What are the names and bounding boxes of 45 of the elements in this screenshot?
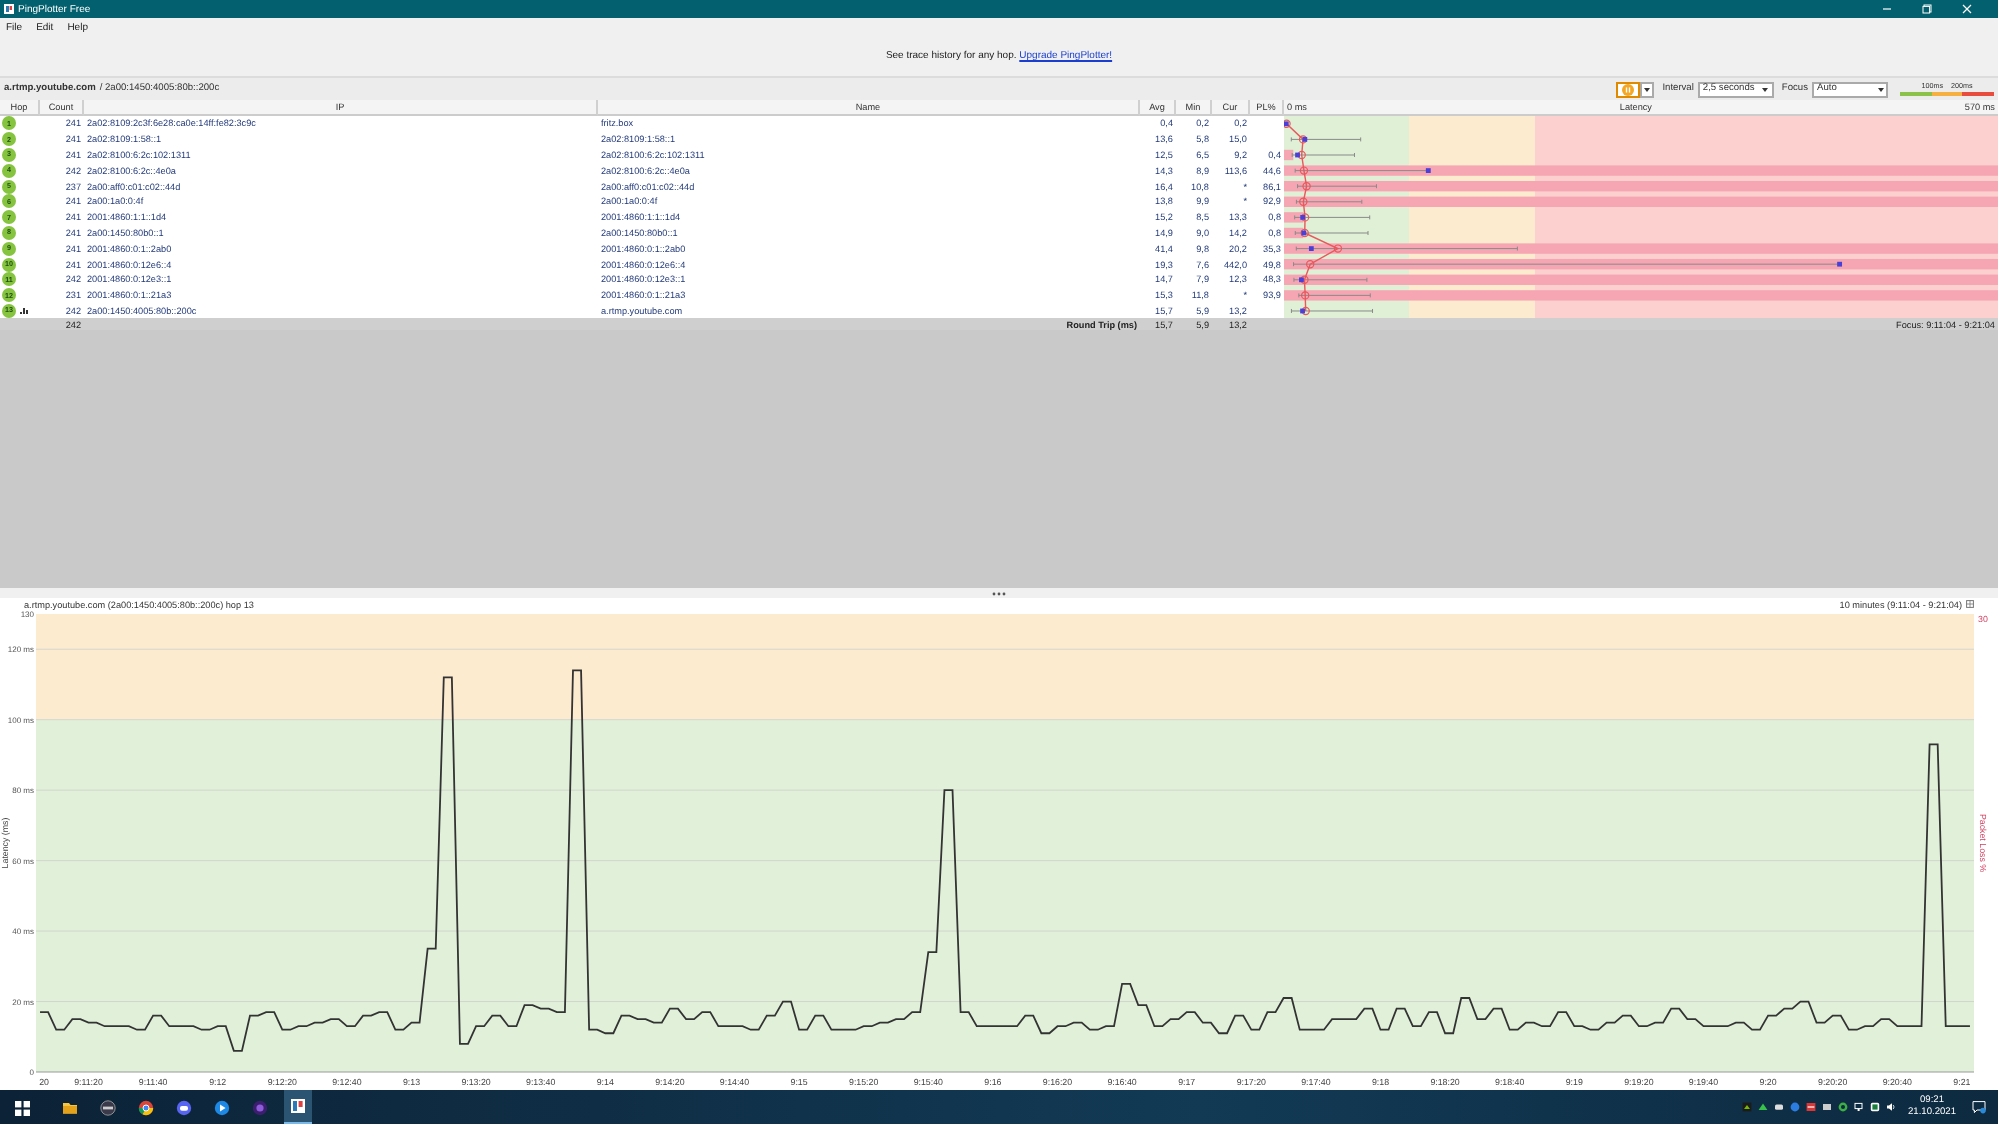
chart-icon[interactable] bbox=[19, 306, 29, 315]
cur-marker bbox=[1300, 215, 1306, 220]
avg-marker bbox=[1301, 306, 1310, 316]
app-icon bbox=[4, 4, 14, 14]
maximize-icon[interactable] bbox=[1922, 4, 1932, 14]
avg-marker bbox=[1300, 275, 1309, 284]
tray-icon[interactable] bbox=[1869, 1102, 1880, 1112]
tray-icon[interactable] bbox=[1805, 1102, 1816, 1112]
range-whisker bbox=[1290, 308, 1373, 314]
cur-marker bbox=[1308, 246, 1314, 251]
network-icon[interactable] bbox=[1853, 1102, 1864, 1112]
range-whisker bbox=[1294, 230, 1369, 236]
cur-marker bbox=[1425, 168, 1431, 173]
range-whisker bbox=[1294, 214, 1371, 220]
minimize-icon[interactable] bbox=[1882, 4, 1892, 14]
range-whisker bbox=[1293, 277, 1368, 283]
dropdown-button[interactable] bbox=[1640, 81, 1655, 97]
range-whisker bbox=[1295, 199, 1363, 205]
range-whisker bbox=[1291, 152, 1355, 158]
avg-marker bbox=[1297, 150, 1306, 160]
notification-icon[interactable] bbox=[1972, 1100, 1986, 1114]
cur-marker bbox=[1302, 137, 1308, 142]
range-whisker bbox=[1297, 183, 1377, 189]
settings-icon[interactable] bbox=[1966, 600, 1974, 608]
caret-icon bbox=[1762, 87, 1769, 91]
avg-marker bbox=[1301, 291, 1310, 300]
cur-marker bbox=[1299, 277, 1304, 283]
tray-icon[interactable] bbox=[1741, 1102, 1752, 1112]
avg-marker bbox=[1299, 166, 1309, 175]
cur-marker bbox=[1837, 261, 1843, 267]
avg-marker bbox=[1306, 260, 1315, 269]
caret-icon bbox=[1644, 87, 1651, 91]
avg-marker bbox=[1299, 197, 1308, 206]
range-whisker bbox=[1290, 136, 1362, 142]
avg-marker bbox=[1333, 244, 1343, 253]
avg-marker bbox=[1300, 213, 1310, 222]
close-icon[interactable] bbox=[1962, 4, 1972, 14]
app-icon[interactable] bbox=[284, 1090, 312, 1124]
caret-icon bbox=[1877, 87, 1883, 91]
cur-marker bbox=[1300, 308, 1305, 314]
avg-marker bbox=[1302, 182, 1311, 191]
speaker-icon[interactable] bbox=[1885, 1102, 1896, 1112]
avg-marker bbox=[1298, 135, 1308, 144]
range-whisker bbox=[1298, 292, 1371, 298]
range-whisker bbox=[1294, 168, 1427, 174]
